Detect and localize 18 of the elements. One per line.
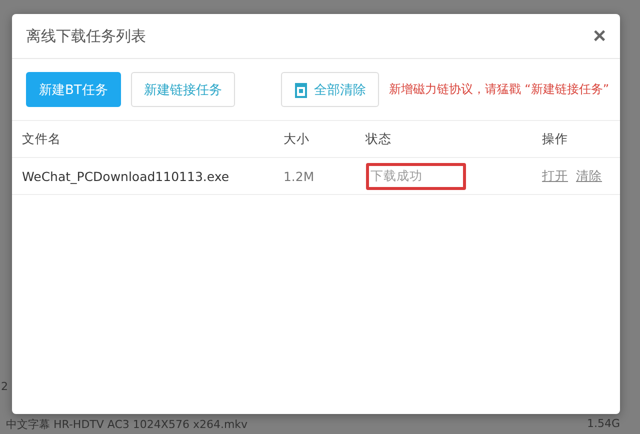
action-link[interactable]: 清除 [576,168,602,182]
column-header: 大小 [273,121,356,158]
close-button[interactable]: × [593,25,606,47]
clear-all-button[interactable]: 全部清除 [280,72,379,107]
new-bt-task-button[interactable]: 新建BT任务 [26,72,121,107]
column-header: 状态 [356,121,532,158]
background-text: 2 [1,380,8,393]
column-header: 文件名 [12,121,274,158]
notice-text: 新增磁力链协议，请猛戳 “新建链接任务” [388,81,610,98]
action-link[interactable]: 打开 [542,168,568,182]
column-header: 操作 [532,121,620,158]
status-text: 下载成功 [370,168,423,182]
new-link-task-button[interactable]: 新建链接任务 [130,72,235,107]
dialog-title: 离线下载任务列表 [26,26,146,46]
size-cell: 1.2M [273,158,356,194]
file-name-cell: WeChat_PCDownload110113.exe [12,158,274,194]
background-file-name: 中文字幕 HR-HDTV AC3 1024X576 x264.mkv [6,417,248,432]
background-file-size: 1.54G [586,417,620,432]
